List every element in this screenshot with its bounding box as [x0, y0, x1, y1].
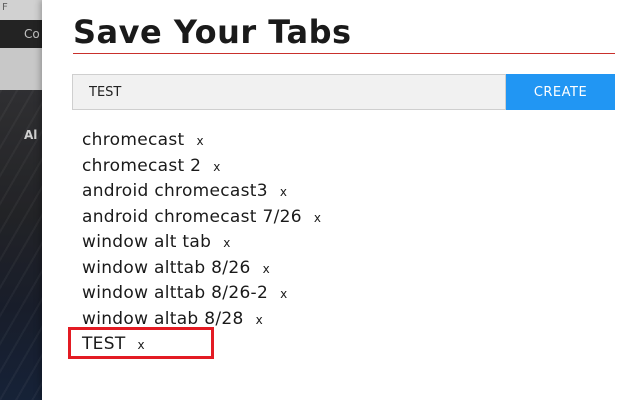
saved-tab-group-link[interactable]: chromecast 2: [82, 156, 201, 176]
list-item: window alttab 8/26 x: [82, 256, 321, 282]
delete-icon[interactable]: x: [280, 180, 287, 206]
list-item: android chromecast 7/26 x: [82, 205, 321, 231]
save-tabs-popup: Save Your Tabs CREATE chromecast x chrome…: [42, 0, 640, 400]
saved-tab-group-link[interactable]: window alt tab: [82, 232, 211, 252]
delete-icon[interactable]: x: [263, 257, 270, 283]
delete-icon[interactable]: x: [138, 333, 145, 359]
saved-tab-group-link[interactable]: android chromecast 7/26: [82, 207, 302, 227]
list-item: TEST x: [82, 332, 321, 358]
delete-icon[interactable]: x: [314, 206, 321, 232]
list-item: window alttab 8/26-2 x: [82, 281, 321, 307]
delete-icon[interactable]: x: [196, 129, 203, 155]
create-tab-group-form: CREATE: [72, 74, 615, 110]
delete-icon[interactable]: x: [213, 155, 220, 181]
delete-icon[interactable]: x: [280, 282, 287, 308]
saved-tab-groups-list: chromecast x chromecast 2x android chrome…: [82, 128, 321, 358]
saved-tab-group-link[interactable]: android chromecast3: [82, 181, 268, 201]
popup-title: Save Your Tabs: [73, 13, 352, 51]
delete-icon[interactable]: x: [223, 231, 230, 257]
title-divider: [73, 53, 615, 54]
list-item: android chromecast3 x: [82, 179, 321, 205]
list-item: window alt tab x: [82, 230, 321, 256]
list-item: chromecast x: [82, 128, 321, 154]
delete-icon[interactable]: x: [256, 308, 263, 334]
saved-tab-group-link[interactable]: window alttab 8/26-2: [82, 283, 268, 303]
list-item: chromecast 2 x: [82, 154, 321, 180]
saved-tab-group-link[interactable]: window alttab 8/26: [82, 258, 251, 278]
create-button[interactable]: CREATE: [506, 74, 615, 110]
saved-tab-group-link[interactable]: TEST: [82, 334, 126, 354]
list-item: window altab 8/28 x: [82, 307, 321, 333]
saved-tab-group-link[interactable]: chromecast: [82, 130, 184, 150]
tab-group-name-input[interactable]: [72, 74, 506, 110]
saved-tab-group-link[interactable]: window altab 8/28: [82, 309, 244, 329]
